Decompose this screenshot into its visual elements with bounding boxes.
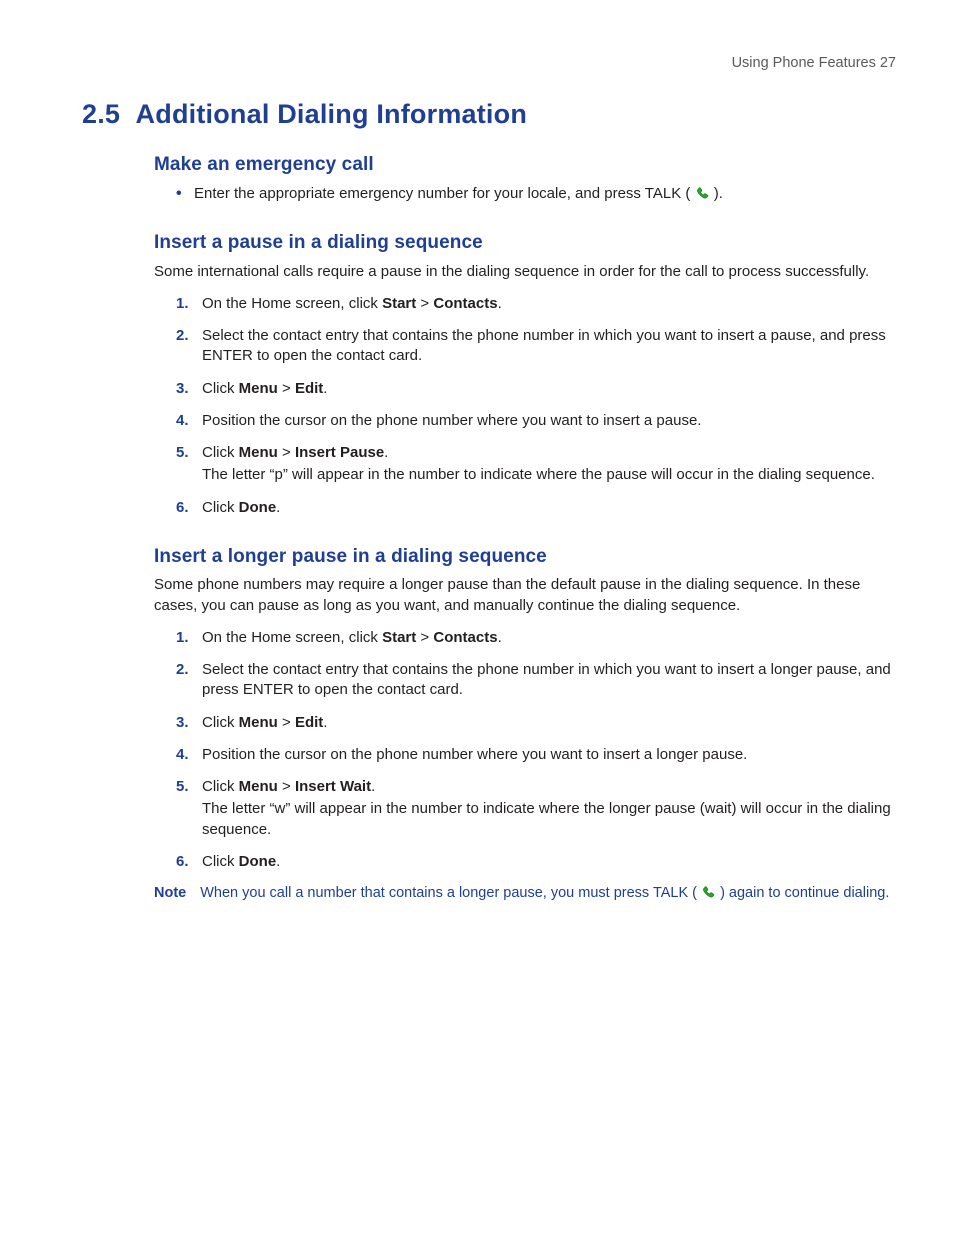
step-text: . (384, 444, 388, 461)
note-text-pre: When you call a number that contains a l… (200, 885, 697, 901)
bold-done: Done (239, 499, 277, 516)
bold-menu: Menu (239, 714, 278, 731)
step-text: Click (202, 380, 239, 397)
step-item: Click Menu > Edit. (176, 379, 896, 399)
bold-contacts: Contacts (433, 295, 497, 312)
step-text: > (416, 295, 433, 312)
step-item: On the Home screen, click Start > Contac… (176, 294, 896, 314)
bullet-item: Enter the appropriate emergency number f… (176, 184, 896, 204)
step-text: . (276, 499, 280, 516)
bold-insert-wait: Insert Wait (295, 778, 371, 795)
step-subtext: The letter “w” will appear in the number… (202, 799, 896, 840)
bold-edit: Edit (295, 380, 323, 397)
bold-done: Done (239, 853, 277, 870)
note-row: Note When you call a number that contain… (154, 884, 896, 904)
bold-menu: Menu (239, 380, 278, 397)
step-text: Click (202, 499, 239, 516)
step-item: On the Home screen, click Start > Contac… (176, 628, 896, 648)
step-text: Click (202, 778, 239, 795)
bold-insert-pause: Insert Pause (295, 444, 384, 461)
talk-icon (701, 885, 716, 900)
step-item: Click Menu > Insert Pause. The letter “p… (176, 443, 896, 486)
subheading-emergency: Make an emergency call (154, 152, 896, 178)
page-title: 2.5 Additional Dialing Information (82, 96, 896, 132)
note-label: Note (154, 884, 186, 904)
step-item: Position the cursor on the phone number … (176, 745, 896, 765)
bold-menu: Menu (239, 444, 278, 461)
talk-icon (695, 186, 710, 201)
subheading-insert-pause: Insert a pause in a dialing sequence (154, 230, 896, 256)
note-text: When you call a number that contains a l… (200, 884, 896, 904)
note-text-post: ) again to continue dialing. (720, 885, 889, 901)
step-text: . (371, 778, 375, 795)
step-text: Click (202, 853, 239, 870)
step-text: Click (202, 714, 239, 731)
bold-menu: Menu (239, 778, 278, 795)
bullet-text-pre: Enter the appropriate emergency number f… (194, 185, 690, 202)
step-text: . (498, 295, 502, 312)
step-text: . (323, 380, 327, 397)
step-item: Click Menu > Insert Wait. The letter “w”… (176, 777, 896, 840)
section-title: Additional Dialing Information (136, 99, 527, 129)
running-header: Using Phone Features 27 (82, 54, 896, 74)
section-insert-pause: Insert a pause in a dialing sequence Som… (154, 230, 896, 518)
step-text: . (276, 853, 280, 870)
bold-start: Start (382, 295, 416, 312)
step-text: > (278, 778, 295, 795)
subheading-insert-longer-pause: Insert a longer pause in a dialing seque… (154, 544, 896, 570)
document-page: Using Phone Features 27 2.5 Additional D… (0, 0, 954, 1235)
step-text: On the Home screen, click (202, 295, 382, 312)
step-item: Select the contact entry that contains t… (176, 660, 896, 701)
step-text: . (498, 629, 502, 646)
step-text: > (278, 444, 295, 461)
section-emergency-call: Make an emergency call Enter the appropr… (154, 152, 896, 204)
section-number: 2.5 (82, 99, 120, 129)
step-text: > (416, 629, 433, 646)
step-item: Click Done. (176, 498, 896, 518)
section-insert-longer-pause: Insert a longer pause in a dialing seque… (154, 544, 896, 904)
step-item: Click Done. (176, 852, 896, 872)
bullet-text-post: ). (714, 185, 723, 202)
intro-text: Some phone numbers may require a longer … (154, 575, 896, 616)
bold-edit: Edit (295, 714, 323, 731)
step-item: Position the cursor on the phone number … (176, 411, 896, 431)
step-text: > (278, 380, 295, 397)
step-item: Click Menu > Edit. (176, 713, 896, 733)
step-text: > (278, 714, 295, 731)
intro-text: Some international calls require a pause… (154, 262, 896, 282)
step-text: On the Home screen, click (202, 629, 382, 646)
bold-start: Start (382, 629, 416, 646)
step-subtext: The letter “p” will appear in the number… (202, 465, 896, 485)
step-text: Click (202, 444, 239, 461)
step-item: Select the contact entry that contains t… (176, 326, 896, 367)
bold-contacts: Contacts (433, 629, 497, 646)
step-text: . (323, 714, 327, 731)
